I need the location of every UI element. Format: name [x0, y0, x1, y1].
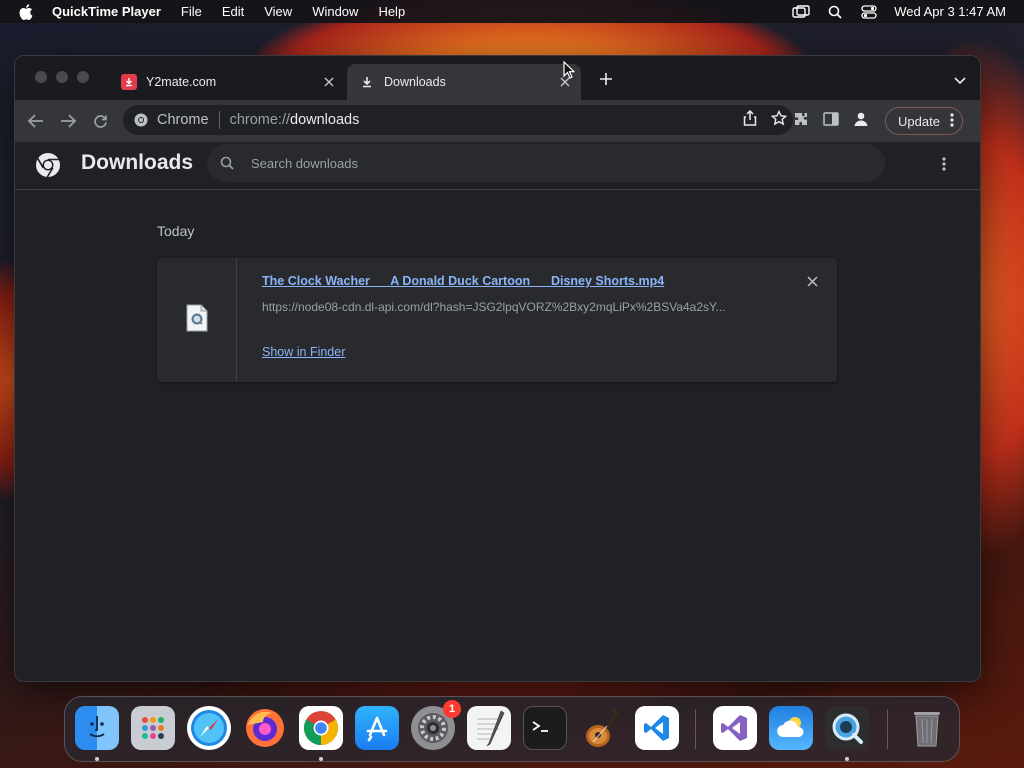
mouse-cursor-icon — [563, 60, 576, 84]
close-window-button[interactable] — [35, 71, 47, 83]
tab-search-chevron-icon[interactable] — [954, 72, 966, 90]
profile-avatar-icon[interactable] — [853, 111, 869, 132]
window-controls — [35, 71, 89, 83]
finder-icon[interactable] — [75, 706, 119, 750]
menu-help[interactable]: Help — [378, 4, 405, 19]
address-bar[interactable]: Chrome chrome:// downloads — [123, 105, 793, 135]
share-icon[interactable] — [743, 109, 757, 130]
safari-icon[interactable] — [187, 706, 231, 750]
dock: 1 — [64, 696, 960, 762]
menubar-clock[interactable]: Wed Apr 3 1:47 AM — [894, 4, 1006, 19]
search-downloads-box[interactable] — [207, 144, 885, 182]
screen-mirroring-icon[interactable] — [792, 4, 810, 20]
spotlight-search-icon[interactable] — [826, 4, 844, 20]
trash-icon[interactable] — [905, 706, 949, 750]
search-icon — [219, 155, 235, 171]
page-title: Downloads — [81, 151, 194, 174]
tab-strip: Y2mate.com Downloads — [15, 56, 980, 100]
menu-file[interactable]: File — [181, 4, 202, 19]
system-preferences-icon[interactable]: 1 — [411, 700, 461, 750]
side-panel-icon[interactable] — [823, 111, 839, 131]
minimize-window-button[interactable] — [56, 71, 68, 83]
download-icon — [359, 74, 375, 90]
launchpad-icon[interactable] — [131, 706, 175, 750]
dock-separator — [887, 709, 888, 749]
firefox-icon[interactable] — [243, 706, 287, 750]
download-source-url: https://node08-cdn.dl-api.com/dl?hash=JS… — [262, 300, 726, 314]
weather-icon[interactable] — [769, 706, 813, 750]
downloaded-file-link[interactable]: The Clock Wacher __ A Donald Duck Cartoo… — [262, 274, 664, 288]
app-store-icon[interactable] — [355, 706, 399, 750]
quicktime-player-icon[interactable] — [825, 706, 869, 750]
new-tab-button[interactable] — [599, 71, 613, 89]
browser-toolbar: Chrome chrome:// downloads Update — [15, 100, 980, 142]
tab-y2mate[interactable]: Y2mate.com — [111, 64, 345, 100]
forward-arrow-icon[interactable] — [57, 110, 79, 132]
search-input[interactable] — [251, 155, 851, 171]
update-button[interactable]: Update — [885, 107, 963, 135]
bookmark-star-icon[interactable] — [770, 109, 788, 130]
url-scheme: chrome:// — [229, 112, 291, 128]
running-indicator — [319, 757, 323, 761]
active-app-name[interactable]: QuickTime Player — [52, 4, 161, 19]
menu-bar: QuickTime Player File Edit View Window H… — [0, 0, 1024, 23]
site-chip[interactable]: Chrome — [157, 111, 220, 129]
control-center-icon[interactable] — [860, 4, 878, 20]
chrome-icon[interactable] — [299, 706, 343, 750]
update-label: Update — [898, 113, 940, 129]
vscode-icon[interactable] — [635, 706, 679, 750]
video-file-icon — [186, 304, 208, 337]
menu-edit[interactable]: Edit — [222, 4, 244, 19]
url-host: downloads — [290, 112, 360, 128]
remove-download-close-icon[interactable] — [805, 274, 819, 288]
zoom-window-button[interactable] — [77, 71, 89, 83]
menu-window[interactable]: Window — [312, 4, 358, 19]
back-arrow-icon[interactable] — [25, 110, 47, 132]
tab-title: Y2mate.com — [146, 75, 217, 89]
notification-badge: 1 — [443, 700, 461, 718]
reload-icon[interactable] — [89, 110, 111, 132]
chrome-window: Y2mate.com Downloads Chrome chrome:// do… — [14, 55, 981, 682]
running-indicator — [95, 757, 99, 761]
tab-title: Downloads — [384, 75, 446, 89]
dock-separator — [695, 709, 696, 749]
close-tab-icon[interactable] — [321, 74, 337, 90]
chrome-logo-icon — [35, 152, 61, 178]
file-icon-cell — [157, 258, 237, 382]
garageband-icon[interactable] — [579, 706, 623, 750]
y2mate-favicon — [121, 74, 137, 90]
show-in-finder-link[interactable]: Show in Finder — [262, 345, 345, 359]
page-more-options-icon[interactable] — [936, 154, 952, 174]
terminal-icon[interactable] — [523, 706, 567, 750]
download-item: The Clock Wacher __ A Donald Duck Cartoo… — [157, 258, 837, 382]
downloads-header: Downloads — [15, 142, 980, 190]
textedit-icon[interactable] — [467, 706, 511, 750]
extensions-puzzle-icon[interactable] — [793, 111, 809, 132]
tab-downloads[interactable]: Downloads — [347, 64, 581, 100]
downloads-page: Downloads Today The Clock Wacher __ A Do… — [15, 142, 980, 681]
apple-icon[interactable] — [18, 3, 34, 20]
visual-studio-icon[interactable] — [713, 706, 757, 750]
date-group-label: Today — [157, 223, 195, 239]
more-menu-icon[interactable] — [950, 112, 954, 130]
menu-view[interactable]: View — [264, 4, 292, 19]
running-indicator — [845, 757, 849, 761]
chrome-logo-icon — [133, 112, 149, 128]
